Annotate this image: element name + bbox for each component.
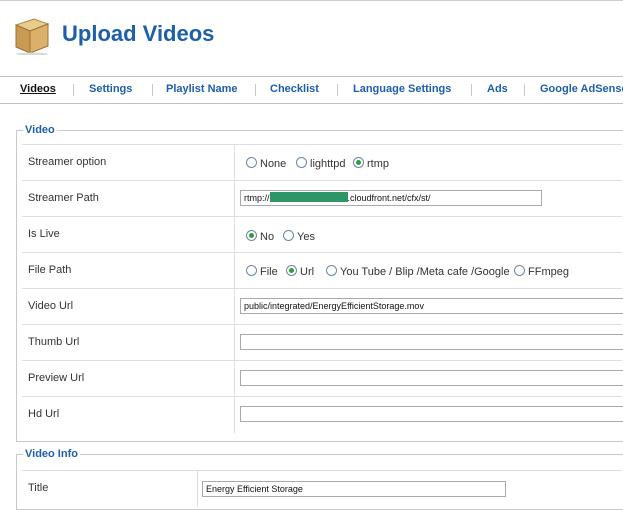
title-label: Title bbox=[28, 482, 49, 494]
box-icon bbox=[14, 18, 50, 55]
streamer-option-row: Streamer option None lighttpd rtmp bbox=[22, 144, 622, 181]
is-live-no-radio[interactable] bbox=[246, 230, 257, 241]
column-divider bbox=[234, 217, 235, 253]
column-divider bbox=[234, 397, 235, 433]
file-path-url-radio[interactable] bbox=[286, 265, 297, 276]
is-live-yes-radio[interactable] bbox=[283, 230, 294, 241]
streamer-lighttpd-radio[interactable] bbox=[296, 157, 307, 168]
streamer-path-suffix: .cloudfront.net/cfx/st/ bbox=[347, 193, 431, 203]
streamer-path-input[interactable]: rtmp:// .cloudfront.net/cfx/st/ bbox=[240, 190, 542, 206]
streamer-rtmp-label: rtmp bbox=[367, 158, 389, 170]
column-divider bbox=[234, 289, 235, 325]
tab-playlist-name[interactable]: Playlist Name bbox=[166, 83, 238, 95]
streamer-path-prefix: rtmp:// bbox=[244, 193, 270, 203]
tab-separator bbox=[152, 84, 153, 96]
streamer-path-row: Streamer Path rtmp:// .cloudfront.net/cfx… bbox=[22, 180, 622, 217]
streamer-none-label: None bbox=[260, 158, 287, 170]
tab-bar: Videos Settings Playlist Name Checklist … bbox=[0, 76, 623, 104]
page-header: Upload Videos bbox=[0, 0, 623, 67]
tab-google-adsense[interactable]: Google AdSense bbox=[540, 83, 623, 95]
redacted-block bbox=[269, 192, 348, 202]
tab-separator bbox=[255, 84, 256, 96]
tab-videos[interactable]: Videos bbox=[20, 83, 56, 95]
file-path-ffmpeg-radio[interactable] bbox=[514, 265, 525, 276]
title-input[interactable]: Energy Efficient Storage bbox=[202, 481, 506, 497]
video-fields: Streamer option None lighttpd rtmp Strea… bbox=[16, 144, 623, 434]
is-live-yes-label: Yes bbox=[297, 231, 315, 243]
file-path-file-radio[interactable] bbox=[246, 265, 257, 276]
tab-ads[interactable]: Ads bbox=[487, 83, 508, 95]
tab-separator bbox=[524, 84, 525, 96]
thumb-url-input[interactable] bbox=[240, 334, 623, 350]
column-divider bbox=[234, 253, 235, 289]
streamer-rtmp-radio[interactable] bbox=[353, 157, 364, 168]
tab-language-settings[interactable]: Language Settings bbox=[353, 83, 451, 95]
streamer-path-label: Streamer Path bbox=[28, 192, 99, 204]
streamer-none-radio[interactable] bbox=[246, 157, 257, 168]
tab-settings[interactable]: Settings bbox=[89, 83, 132, 95]
video-url-row: Video Url public/integrated/EnergyEffici… bbox=[22, 288, 623, 325]
thumb-url-label: Thumb Url bbox=[28, 336, 80, 348]
column-divider bbox=[234, 361, 235, 397]
file-path-file-label: File bbox=[260, 266, 278, 278]
hd-url-input[interactable] bbox=[240, 406, 623, 422]
file-path-row: File Path File Url You Tube / Blip /Meta… bbox=[22, 252, 622, 289]
video-info-legend: Video Info bbox=[25, 448, 78, 460]
is-live-label: Is Live bbox=[28, 228, 60, 240]
is-live-row: Is Live No Yes bbox=[22, 216, 622, 253]
column-divider bbox=[234, 181, 235, 217]
streamer-option-label: Streamer option bbox=[28, 156, 107, 168]
preview-url-row: Preview Url bbox=[22, 360, 623, 397]
tab-checklist[interactable]: Checklist bbox=[270, 83, 319, 95]
preview-url-label: Preview Url bbox=[28, 372, 85, 384]
file-path-label: File Path bbox=[28, 264, 72, 276]
file-path-ffmpeg-label: FFmpeg bbox=[528, 266, 569, 278]
tab-separator bbox=[73, 84, 74, 96]
thumb-url-row: Thumb Url bbox=[22, 324, 623, 361]
file-path-url-label: Url bbox=[300, 266, 315, 278]
page-title: Upload Videos bbox=[62, 21, 215, 46]
tab-separator bbox=[471, 84, 472, 96]
streamer-lighttpd-label: lighttpd bbox=[310, 158, 346, 170]
video-url-label: Video Url bbox=[28, 300, 74, 312]
column-divider bbox=[234, 325, 235, 361]
tab-separator bbox=[337, 84, 338, 96]
preview-url-input[interactable] bbox=[240, 370, 623, 386]
column-divider bbox=[234, 145, 235, 181]
file-path-youtube-label: You Tube / Blip /Meta cafe /Google bbox=[340, 266, 510, 278]
is-live-no-label: No bbox=[260, 231, 275, 243]
file-path-youtube-radio[interactable] bbox=[326, 265, 337, 276]
video-legend: Video bbox=[25, 124, 55, 136]
video-url-input[interactable]: public/integrated/EnergyEfficientStorage… bbox=[240, 298, 623, 314]
title-row: Title Energy Efficient Storage bbox=[22, 470, 622, 507]
hd-url-row: Hd Url bbox=[22, 396, 623, 433]
column-divider bbox=[197, 471, 198, 507]
hd-url-label: Hd Url bbox=[28, 408, 60, 420]
